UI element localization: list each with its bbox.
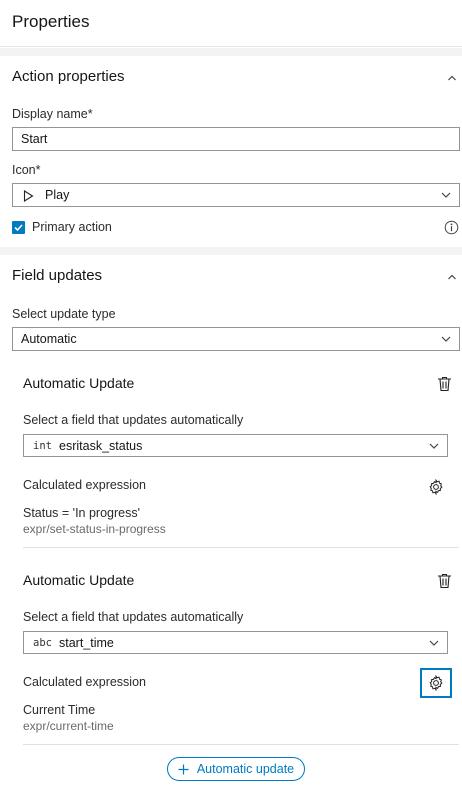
section-separator [0,48,462,56]
update-type-label: Select update type [12,307,116,321]
chevron-up-icon [448,75,456,81]
page-title: Properties [12,12,90,31]
expression-id: expr/current-time [23,719,114,733]
calculated-expression-label: Calculated expression [23,478,146,492]
trash-icon [437,573,451,589]
field-select-label: Select a field that updates automaticall… [23,413,244,427]
primary-action-checkbox[interactable]: Primary action [12,220,112,234]
delete-update-button[interactable] [434,571,454,591]
gear-icon [429,675,443,691]
icon-select-value: Play [45,188,70,202]
action-properties-section: Action properties Display name* Start Ic… [0,56,462,246]
chevron-up-icon [448,274,456,280]
add-automatic-update-label: Automatic update [196,762,295,776]
card-divider [23,547,459,548]
action-properties-title: Action properties [12,68,125,85]
automatic-update-card: Automatic Update Select a field that upd… [12,562,460,745]
field-updates-header[interactable]: Field updates [0,255,462,295]
expression-title: Current Time [23,703,96,717]
play-icon [23,190,34,202]
expression-title: Status = 'In progress' [23,506,140,520]
trash-icon [437,376,451,392]
plus-icon [178,764,189,774]
section-separator [0,247,462,255]
primary-action-label: Primary action [32,220,112,234]
chevron-down-icon [429,443,439,449]
icon-select[interactable]: Play [12,183,460,207]
field-select[interactable]: int esritask_status [23,434,448,457]
gear-icon [429,479,443,495]
field-select-value: start_time [59,635,114,650]
chevron-down-icon [429,640,439,646]
field-select[interactable]: abc start_time [23,631,448,654]
automatic-update-title: Automatic Update [23,572,135,588]
automatic-update-title: Automatic Update [23,375,135,391]
update-type-value: Automatic [21,332,77,346]
field-updates-section: Field updates Select update type Automat… [0,255,462,788]
delete-update-button[interactable] [434,374,454,394]
int-type-icon: int [33,439,52,452]
display-name-input[interactable]: Start [12,127,460,151]
abc-type-icon: abc [33,636,52,649]
expression-settings-button[interactable] [422,475,450,499]
field-updates-title: Field updates [12,267,103,284]
add-automatic-update-button[interactable]: Automatic update [167,757,305,781]
checkbox-checked-icon [12,220,25,234]
field-select-value: esritask_status [59,438,143,453]
expression-id: expr/set-status-in-progress [23,522,166,536]
display-name-value: Start [21,132,48,146]
card-divider [23,744,459,745]
automatic-update-card: Automatic Update Select a field that upd… [12,365,460,548]
calculated-expression-label: Calculated expression [23,675,146,689]
icon-label: Icon* [12,163,41,177]
panel-header: Properties [0,0,462,47]
update-type-select[interactable]: Automatic [12,327,460,351]
field-select-label: Select a field that updates automaticall… [23,610,244,624]
expression-settings-button[interactable] [420,668,452,698]
chevron-down-icon [441,192,451,198]
chevron-down-icon [441,336,451,342]
info-icon[interactable] [444,220,459,235]
action-properties-header[interactable]: Action properties [0,56,462,96]
display-name-label: Display name* [12,107,93,121]
